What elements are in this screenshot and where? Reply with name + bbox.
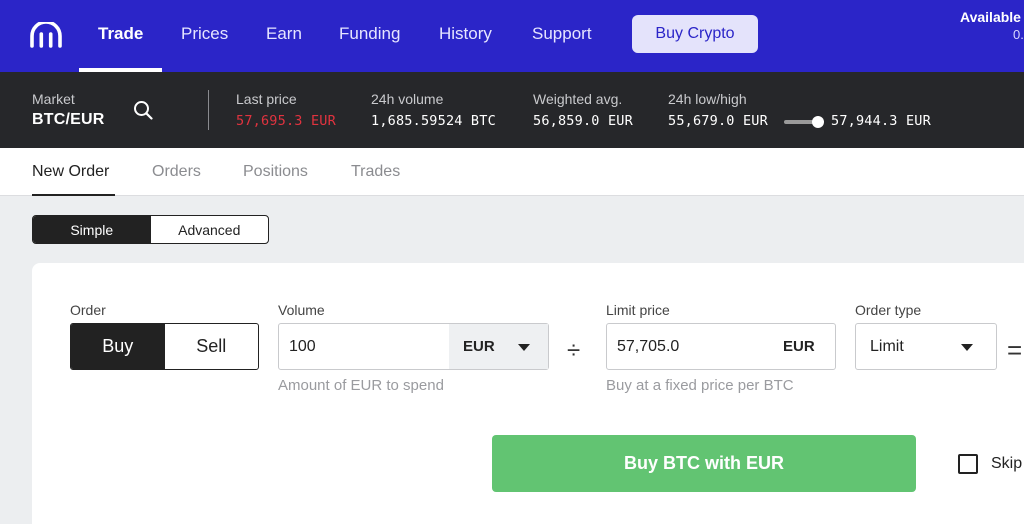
order-tabs: New Order Orders Positions Trades xyxy=(0,148,1024,196)
order-side-toggle: Buy Sell xyxy=(70,323,259,370)
limit-price-input[interactable] xyxy=(607,324,772,369)
mode-toggle: Simple Advanced xyxy=(32,215,269,244)
tab-trades[interactable]: Trades xyxy=(351,163,400,181)
mode-simple-button[interactable]: Simple xyxy=(33,216,151,243)
kraken-logo-icon[interactable] xyxy=(30,22,62,48)
available-balance-label: Available xyxy=(960,9,1021,25)
tab-active-indicator xyxy=(32,194,115,196)
last-price-label: Last price xyxy=(236,91,297,107)
nav-earn[interactable]: Earn xyxy=(266,24,302,44)
nav-history[interactable]: History xyxy=(439,24,492,44)
limit-price-hint: Buy at a fixed price per BTC xyxy=(606,377,794,394)
low-high-label: 24h low/high xyxy=(668,91,747,107)
limit-price-field: EUR xyxy=(606,323,836,370)
mode-advanced-button[interactable]: Advanced xyxy=(151,216,269,243)
order-side-label: Order xyxy=(70,302,106,318)
market-bar: Market BTC/EUR Last price 57,695.3 EUR 2… xyxy=(0,72,1024,148)
market-divider xyxy=(208,90,209,130)
volume-label: Volume xyxy=(278,302,325,318)
nav-support[interactable]: Support xyxy=(532,24,592,44)
nav-funding[interactable]: Funding xyxy=(339,24,400,44)
low-high-range-indicator xyxy=(784,116,824,128)
volume-input[interactable] xyxy=(279,324,449,369)
weighted-avg-label: Weighted avg. xyxy=(533,91,623,107)
skip-checkbox-label[interactable]: Skip xyxy=(991,455,1022,473)
volume-hint: Amount of EUR to spend xyxy=(278,377,444,394)
submit-buy-button[interactable]: Buy BTC with EUR xyxy=(492,435,916,492)
volume-24h-value: 1,685.59524 BTC xyxy=(371,113,496,129)
sell-side-button[interactable]: Sell xyxy=(165,324,259,369)
skip-checkbox[interactable] xyxy=(958,454,978,474)
volume-currency-select[interactable]: EUR xyxy=(449,324,548,369)
tab-new-order[interactable]: New Order xyxy=(32,163,109,181)
volume-field: EUR xyxy=(278,323,549,370)
equals-icon: = xyxy=(1007,335,1023,365)
high-24h-value: 57,944.3 EUR xyxy=(831,113,931,129)
market-pair[interactable]: BTC/EUR xyxy=(32,111,105,129)
limit-price-currency: EUR xyxy=(783,338,815,355)
chevron-down-icon xyxy=(961,344,973,351)
last-price-value: 57,695.3 EUR xyxy=(236,113,336,129)
weighted-avg-value: 56,859.0 EUR xyxy=(533,113,633,129)
order-type-label: Order type xyxy=(855,302,922,318)
tab-orders[interactable]: Orders xyxy=(152,163,201,181)
volume-currency-value: EUR xyxy=(463,338,495,355)
order-type-select[interactable]: Limit xyxy=(855,323,997,370)
range-current-dot xyxy=(812,116,824,128)
nav-prices[interactable]: Prices xyxy=(181,24,228,44)
buy-crypto-button[interactable]: Buy Crypto xyxy=(632,15,758,53)
order-type-value: Limit xyxy=(870,338,904,355)
available-balance-value: 0. xyxy=(1013,27,1024,42)
search-icon[interactable] xyxy=(133,100,153,120)
divide-icon: ÷ xyxy=(567,337,581,364)
buy-side-button[interactable]: Buy xyxy=(71,324,165,369)
chevron-down-icon xyxy=(518,344,530,351)
limit-price-label: Limit price xyxy=(606,302,670,318)
top-nav: Trade Prices Earn Funding History Suppor… xyxy=(0,0,1024,72)
low-24h-value: 55,679.0 EUR xyxy=(668,113,768,129)
tab-positions[interactable]: Positions xyxy=(243,163,308,181)
nav-trade[interactable]: Trade xyxy=(98,24,143,44)
market-label: Market xyxy=(32,91,75,107)
volume-24h-label: 24h volume xyxy=(371,91,444,107)
